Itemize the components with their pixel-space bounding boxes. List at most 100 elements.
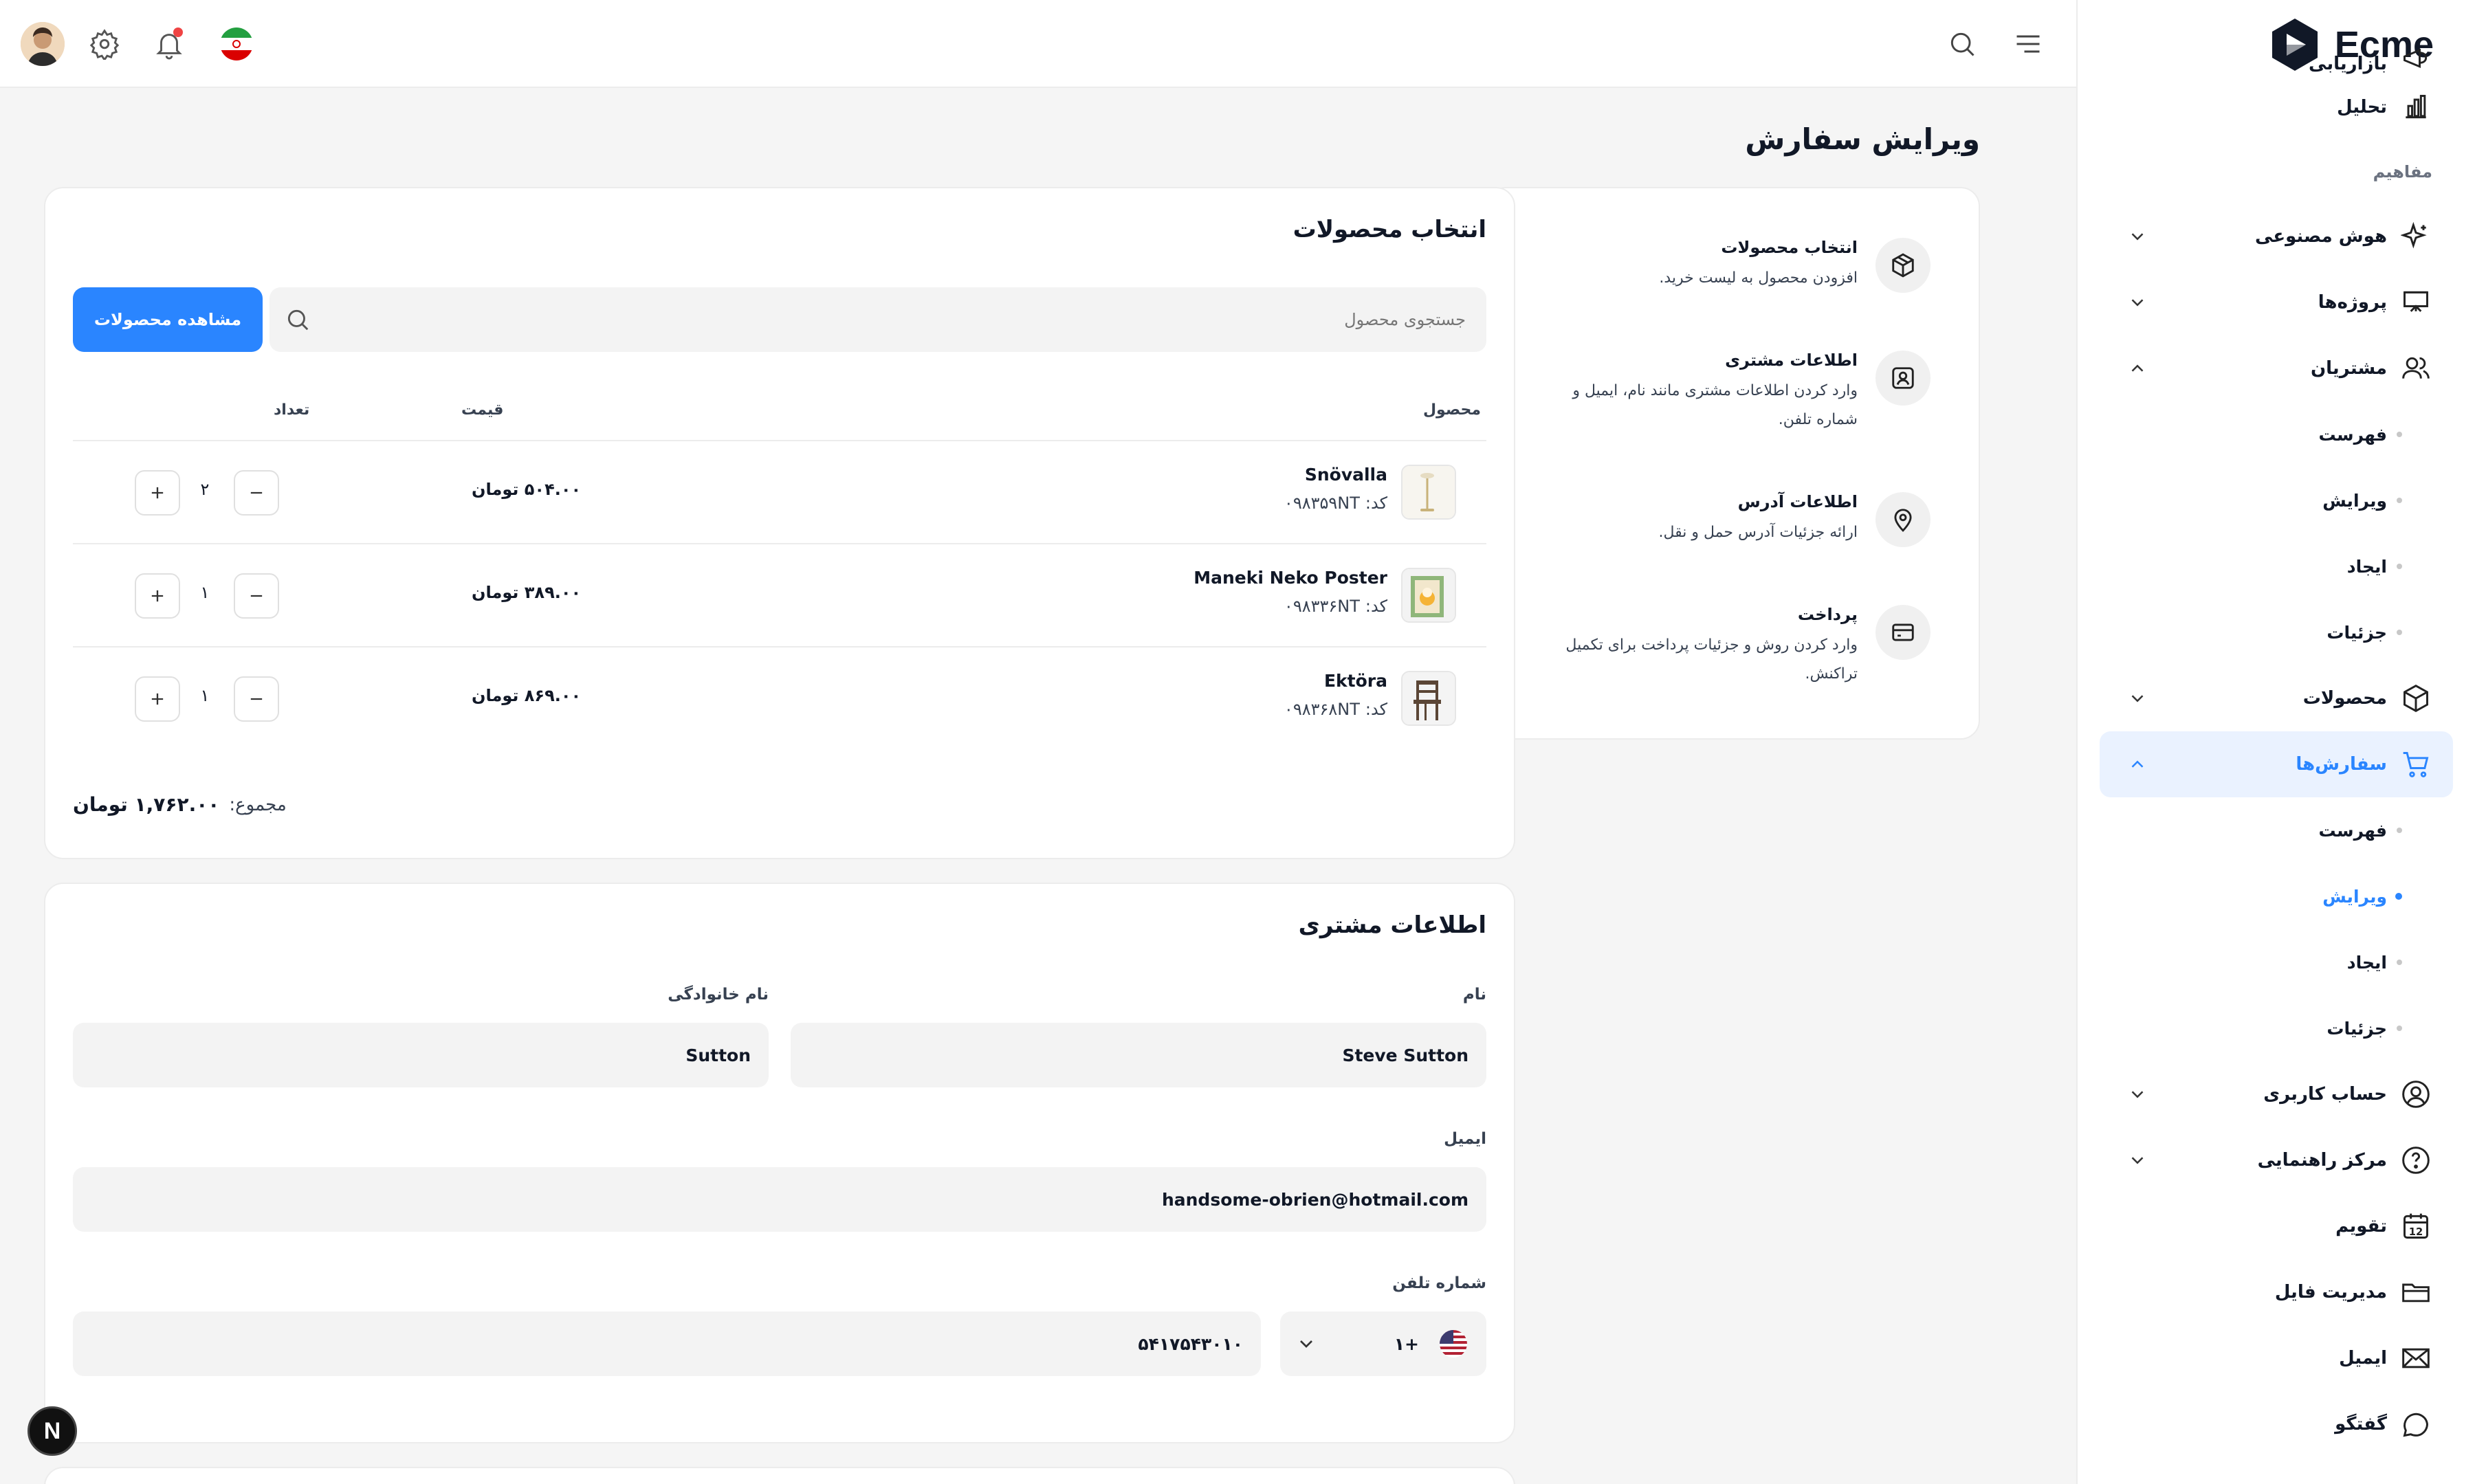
table-row: Ektöra کد: ۰۹۸۳۶۸NT ۸۶۹.۰۰ تومان ۱: [73, 646, 1486, 749]
chevron-down-icon: [2131, 299, 2144, 307]
svg-text:12: 12: [2409, 1226, 2423, 1238]
step-select-products[interactable]: انتخاب محصولات افزودن محصول به لیست خرید.: [1525, 238, 1930, 293]
search-icon[interactable]: [1942, 23, 1983, 65]
phone-number-field[interactable]: ۵۴۱۷۵۴۳۰۱۰: [73, 1311, 1261, 1376]
page-title: ویرایش سفارش: [1745, 122, 1980, 156]
decrease-quantity-button[interactable]: [234, 470, 279, 516]
sidebar-subitem-customers-details[interactable]: جزئیات: [2100, 599, 2453, 665]
sidebar-item-help-center[interactable]: مرکز راهنمایی: [2100, 1127, 2453, 1193]
first-name-field[interactable]: Steve Sutton: [791, 1023, 1486, 1087]
sidebar-item-products[interactable]: محصولات: [2100, 665, 2453, 731]
sidebar-subitem-orders-details[interactable]: جزئیات: [2100, 995, 2453, 1061]
nextjs-dev-indicator[interactable]: N: [28, 1406, 77, 1456]
credit-card-icon: [1876, 605, 1930, 660]
hamburger-icon[interactable]: [2008, 23, 2049, 65]
product-code: کد: ۰۹۸۳۶۸NT: [1284, 700, 1387, 719]
product-code: کد: ۰۹۸۳۳۶NT: [1284, 597, 1387, 616]
column-header-quantity: تعداد: [274, 401, 310, 419]
last-name-field[interactable]: Sutton: [73, 1023, 769, 1087]
customer-info-title: اطلاعات مشتری: [1298, 911, 1486, 939]
plus-icon: [151, 487, 164, 499]
sidebar-item-orders[interactable]: سفارش‌ها: [2100, 731, 2453, 797]
address-info-card: [44, 1467, 1515, 1484]
order-total: مجموع: ۱,۷۶۲.۰۰ تومان: [73, 793, 287, 816]
sidebar-item-label: محصولات: [2302, 688, 2387, 709]
sidebar-nav: بازاریابی تحلیل مفاهیم هوش مصنوعی پروژه‌…: [2100, 48, 2453, 1457]
select-products-card: انتخاب محصولات مشاهده محصولات محصول قیمت…: [44, 187, 1515, 859]
user-card-icon: [1876, 351, 1930, 406]
sidebar-item-calendar[interactable]: 12 تقویم: [2100, 1193, 2453, 1259]
sidebar-item-mail[interactable]: ایمیل: [2100, 1325, 2453, 1391]
sidebar-subitem-customers-list[interactable]: فهرست: [2100, 401, 2453, 467]
notification-badge: [173, 27, 183, 37]
help-circle-icon: [2399, 1144, 2432, 1177]
language-flag-iran-icon[interactable]: [216, 23, 257, 65]
product-price: ۳۸۹.۰۰ تومان: [472, 583, 582, 602]
product-name: Snövalla: [1304, 465, 1387, 485]
sidebar-item-chat[interactable]: گفتگو: [2100, 1391, 2453, 1457]
decrease-quantity-button[interactable]: [234, 676, 279, 722]
column-header-price: قیمت: [461, 401, 504, 419]
decrease-quantity-button[interactable]: [234, 573, 279, 619]
sidebar-item-label: هوش مصنوعی: [2255, 226, 2387, 247]
email-field[interactable]: handsome-obrien@hotmail.com: [73, 1167, 1486, 1232]
step-customer-info[interactable]: اطلاعات مشتری وارد کردن اطلاعات مشتری مان…: [1525, 351, 1930, 434]
chevron-up-icon: [2131, 760, 2144, 768]
total-value: ۱,۷۶۲.۰۰ تومان: [73, 793, 220, 816]
sidebar-item-marketing[interactable]: بازاریابی: [2100, 47, 2453, 74]
email-label: ایمیل: [1444, 1130, 1486, 1148]
product-thumbnail-chair: [1401, 671, 1456, 726]
sidebar-item-projects[interactable]: پروژه‌ها: [2100, 269, 2453, 335]
product-thumbnail-lamp: [1401, 465, 1456, 520]
sidebar-subitem-customers-edit[interactable]: ویرایش: [2100, 467, 2453, 533]
box-icon: [2399, 682, 2432, 715]
bar-chart-icon: [2399, 91, 2432, 124]
avatar[interactable]: [21, 22, 65, 66]
settings-gear-icon[interactable]: [84, 23, 125, 65]
plus-icon: [151, 693, 164, 705]
plus-icon: [151, 590, 164, 602]
chevron-down-icon: [2131, 1091, 2144, 1098]
product-price: ۸۶۹.۰۰ تومان: [472, 686, 582, 705]
sidebar-item-file-manager[interactable]: مدیریت فایل: [2100, 1259, 2453, 1325]
chevron-down-icon: [2131, 695, 2144, 702]
view-products-button[interactable]: مشاهده محصولات: [73, 287, 263, 352]
chat-icon: [2399, 1408, 2432, 1441]
product-name: Ektöra: [1323, 671, 1387, 691]
step-address-info[interactable]: اطلاعات آدرس ارائه جزئیات آدرس حمل و نقل.: [1525, 492, 1930, 547]
sidebar-item-label: سفارش‌ها: [2296, 754, 2387, 775]
flag-us-icon: [1440, 1330, 1467, 1358]
country-code-select[interactable]: +۱: [1280, 1311, 1486, 1376]
sidebar-item-customers[interactable]: مشتریان: [2100, 335, 2453, 401]
sidebar-item-label: تقویم: [2335, 1216, 2387, 1237]
sidebar-item-ai[interactable]: هوش مصنوعی: [2100, 203, 2453, 269]
sidebar-item-label: مدیریت فایل: [2274, 1282, 2387, 1303]
notification-bell-icon[interactable]: [148, 23, 190, 65]
column-header-product: محصول: [1422, 401, 1481, 419]
sidebar-item-label: مرکز راهنمایی: [2257, 1150, 2387, 1171]
product-name: Maneki Neko Poster: [1194, 568, 1387, 588]
quantity-value: ۱: [200, 583, 210, 602]
sidebar-item-account[interactable]: حساب کاربری: [2100, 1061, 2453, 1127]
topbar: [0, 0, 2076, 88]
sidebar-item-label: مشتریان: [2310, 358, 2387, 379]
sidebar-item-label: بازاریابی: [2309, 54, 2387, 74]
folder-icon: [2399, 1276, 2432, 1309]
mail-icon: [2399, 1342, 2432, 1375]
increase-quantity-button[interactable]: [135, 470, 180, 516]
increase-quantity-button[interactable]: [135, 573, 180, 619]
minus-icon: [250, 698, 263, 700]
sidebar-subitem-orders-list[interactable]: فهرست: [2100, 797, 2453, 863]
product-search-input[interactable]: [270, 287, 1486, 352]
package-icon: [1876, 238, 1930, 293]
sidebar-subitem-customers-create[interactable]: ایجاد: [2100, 533, 2453, 599]
sidebar-item-analytics[interactable]: تحلیل: [2100, 74, 2453, 140]
increase-quantity-button[interactable]: [135, 676, 180, 722]
step-payment[interactable]: پرداخت وارد کردن روش و جزئیات پرداخت برای…: [1525, 605, 1930, 689]
sidebar-subitem-orders-create[interactable]: ایجاد: [2100, 929, 2453, 995]
minus-icon: [250, 595, 263, 597]
product-search[interactable]: [270, 287, 1486, 352]
last-name-label: نام خانوادگی: [668, 986, 769, 1004]
minus-icon: [250, 491, 263, 494]
sidebar-subitem-orders-edit[interactable]: ویرایش: [2100, 863, 2453, 929]
